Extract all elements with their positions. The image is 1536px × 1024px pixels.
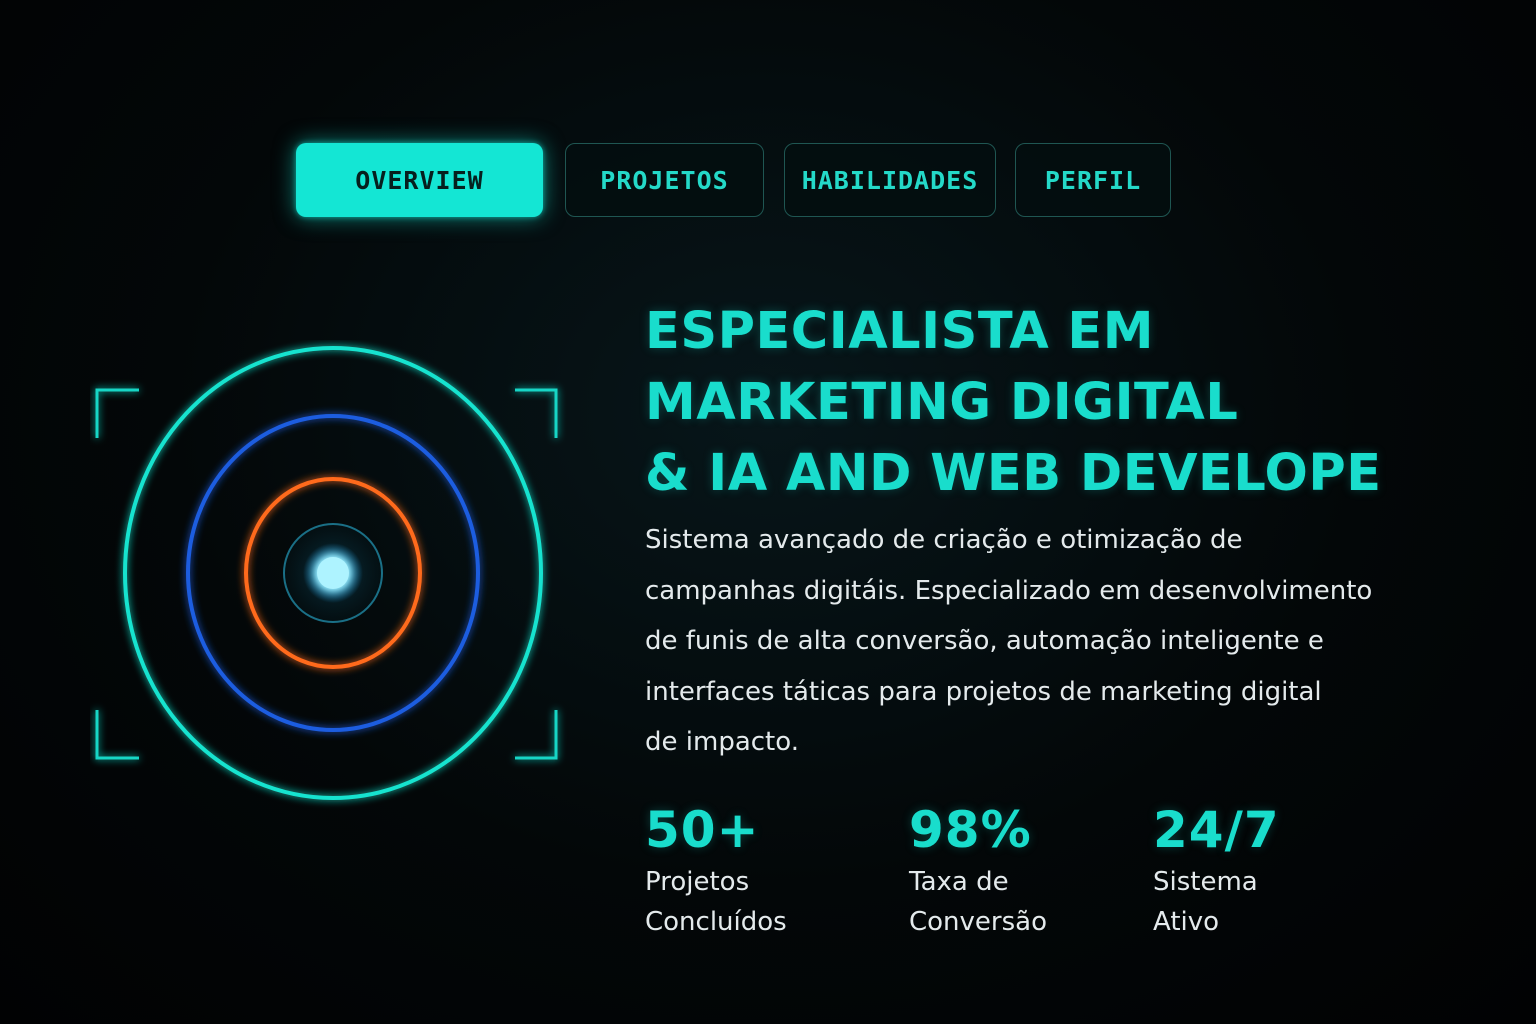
stat-projects: 50+ Projetos Concluídos: [645, 800, 787, 942]
stat-label: Sistema: [1153, 867, 1258, 897]
tab-overview-label: OVERVIEW: [355, 165, 484, 195]
stat-label: Ativo: [1153, 907, 1220, 937]
tab-perfil[interactable]: PERFIL: [1015, 143, 1171, 217]
stat-label: Concluídos: [645, 907, 787, 937]
stat-conversion: 98% Taxa de Conversão: [909, 800, 1047, 942]
radar-target-icon: [90, 340, 570, 810]
description-line: interfaces táticas para projetos de mark…: [645, 676, 1322, 707]
stat-label: Taxa de: [909, 867, 1009, 897]
tab-projetos[interactable]: PROJETOS: [565, 143, 764, 217]
stat-value: 98%: [909, 801, 1032, 859]
stat-value: 50+: [645, 801, 760, 859]
description-line: de funis de alta conversão, automação in…: [645, 626, 1324, 656]
stat-uptime: 24/7 Sistema Ativo: [1153, 800, 1280, 942]
tab-overview[interactable]: OVERVIEW: [296, 143, 543, 217]
description-line: Sistema avançado de criação e otimização…: [645, 525, 1243, 555]
title-line: ESPECIALISTA EM: [645, 302, 1155, 361]
tab-habilidades-label: HABILIDADES: [801, 165, 979, 195]
title-line: & IA AND WEB DEVELOPE: [645, 444, 1382, 503]
stat-label: Projetos: [645, 867, 750, 897]
description-line: de impacto.: [645, 727, 799, 757]
title-line: MARKETING DIGITAL: [645, 373, 1239, 432]
stat-label: Conversão: [909, 907, 1047, 937]
tab-habilidades[interactable]: HABILIDADES: [784, 143, 996, 217]
core-dot: [317, 557, 349, 589]
tab-perfil-label: PERFIL: [1044, 165, 1142, 195]
description-line: campanhas digitáis. Especializado em des…: [645, 575, 1373, 606]
page-title: ESPECIALISTA EM MARKETING DIGITAL & IA A…: [645, 296, 1505, 509]
stat-value: 24/7: [1153, 801, 1280, 859]
hero-description: Sistema avançado de criação e otimização…: [645, 515, 1445, 768]
tab-projetos-label: PROJETOS: [600, 165, 729, 195]
